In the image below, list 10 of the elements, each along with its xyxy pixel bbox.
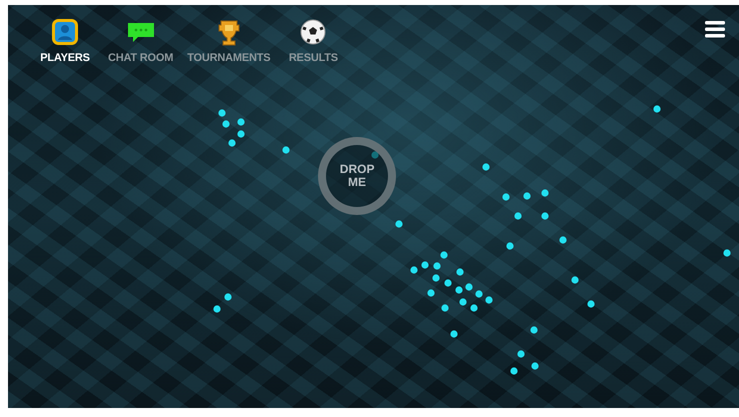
soccer-ball-icon <box>300 19 326 45</box>
speech-bubble-icon <box>126 21 156 43</box>
nav-tab[interactable]: CHAT ROOM <box>108 18 174 64</box>
trophy-icon <box>218 18 240 46</box>
nav-tab[interactable]: PLAYERS <box>36 18 94 64</box>
nav-tab[interactable]: TOURNAMENTS <box>187 18 270 64</box>
drop-zone[interactable]: DROP ME <box>318 137 396 215</box>
user-icon <box>52 19 78 45</box>
nav-tab[interactable]: RESULTS <box>284 18 342 64</box>
menu-icon[interactable] <box>705 21 725 38</box>
